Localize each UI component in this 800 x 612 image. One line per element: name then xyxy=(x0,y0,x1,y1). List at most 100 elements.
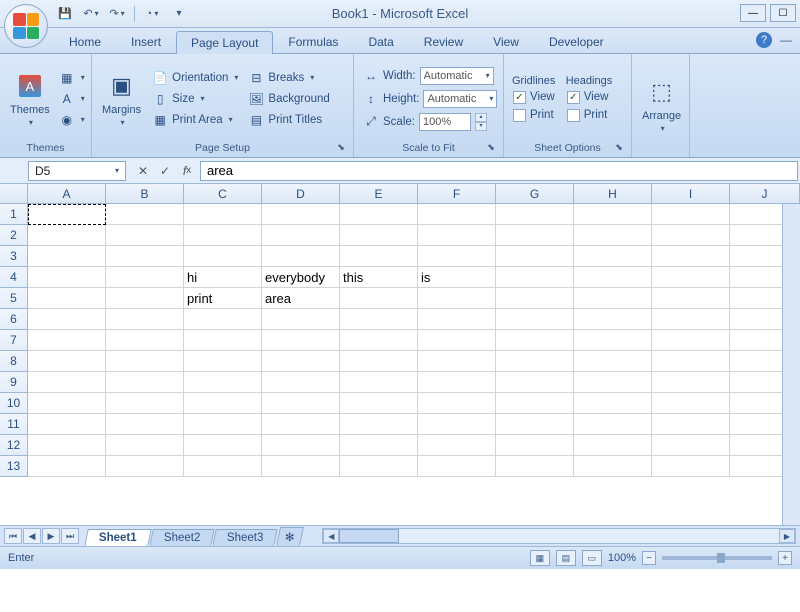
page-setup-launcher-icon[interactable]: ⬊ xyxy=(335,142,347,154)
office-button[interactable] xyxy=(4,4,50,50)
row-header[interactable]: 12 xyxy=(0,435,28,456)
cell[interactable] xyxy=(652,225,730,246)
col-header[interactable]: G xyxy=(496,184,574,204)
cell[interactable] xyxy=(340,372,418,393)
print-titles-button[interactable]: ▤Print Titles xyxy=(245,110,332,130)
zoom-slider[interactable] xyxy=(662,556,772,560)
scroll-right-button[interactable]: ▶ xyxy=(779,529,795,543)
cell[interactable] xyxy=(496,435,574,456)
cell[interactable] xyxy=(496,267,574,288)
col-header[interactable]: D xyxy=(262,184,340,204)
cell[interactable] xyxy=(496,456,574,477)
cell[interactable] xyxy=(418,414,496,435)
cell[interactable] xyxy=(340,435,418,456)
cell[interactable] xyxy=(652,351,730,372)
first-sheet-button[interactable]: ⏮ xyxy=(4,528,22,544)
cell[interactable] xyxy=(652,456,730,477)
row-header[interactable]: 11 xyxy=(0,414,28,435)
headings-view-checkbox[interactable]: ✓View xyxy=(564,89,614,106)
cell[interactable] xyxy=(184,204,262,225)
col-header[interactable]: J xyxy=(730,184,800,204)
cell[interactable] xyxy=(418,456,496,477)
cell[interactable] xyxy=(28,288,106,309)
cell[interactable]: everybody xyxy=(262,267,340,288)
cell[interactable] xyxy=(262,372,340,393)
select-all-corner[interactable] xyxy=(0,184,28,204)
cell[interactable] xyxy=(574,267,652,288)
cell[interactable] xyxy=(28,456,106,477)
row-header[interactable]: 7 xyxy=(0,330,28,351)
maximize-button[interactable]: ☐ xyxy=(770,4,796,22)
row-header[interactable]: 6 xyxy=(0,309,28,330)
cell[interactable] xyxy=(28,435,106,456)
scale-up-button[interactable]: ▴ xyxy=(475,113,487,122)
cell[interactable] xyxy=(106,267,184,288)
cell[interactable] xyxy=(106,330,184,351)
col-header[interactable]: E xyxy=(340,184,418,204)
cell[interactable] xyxy=(262,204,340,225)
margins-button[interactable]: ▣ Margins▾ xyxy=(98,68,145,129)
cell[interactable] xyxy=(418,435,496,456)
tab-home[interactable]: Home xyxy=(54,30,116,53)
cell[interactable] xyxy=(106,246,184,267)
cell[interactable] xyxy=(418,330,496,351)
col-header[interactable]: I xyxy=(652,184,730,204)
scale-down-button[interactable]: ▾ xyxy=(475,122,487,131)
width-combo[interactable]: Automatic▾ xyxy=(420,67,494,85)
cell[interactable] xyxy=(496,414,574,435)
vertical-scrollbar[interactable] xyxy=(782,204,800,525)
cell[interactable] xyxy=(496,225,574,246)
sheet-tab-3[interactable]: Sheet3 xyxy=(212,529,278,546)
scale-combo[interactable]: 100% xyxy=(419,113,471,131)
cell[interactable] xyxy=(106,435,184,456)
cell[interactable] xyxy=(496,246,574,267)
cell[interactable] xyxy=(184,414,262,435)
cell[interactable] xyxy=(652,435,730,456)
height-combo[interactable]: Automatic▾ xyxy=(423,90,497,108)
tab-view[interactable]: View xyxy=(478,30,534,53)
qat-custom-icon[interactable]: ◔▾ xyxy=(143,5,161,23)
row-header[interactable]: 4 xyxy=(0,267,28,288)
sheet-tab-1[interactable]: Sheet1 xyxy=(84,529,151,546)
cell[interactable] xyxy=(106,372,184,393)
normal-view-button[interactable]: ▦ xyxy=(530,550,550,566)
row-header[interactable]: 13 xyxy=(0,456,28,477)
minimize-button[interactable]: — xyxy=(740,4,766,22)
cell[interactable] xyxy=(262,435,340,456)
cell[interactable] xyxy=(106,288,184,309)
cell[interactable] xyxy=(184,435,262,456)
tab-insert[interactable]: Insert xyxy=(116,30,176,53)
col-header[interactable]: A xyxy=(28,184,106,204)
insert-function-button[interactable]: fx xyxy=(176,161,198,181)
cell[interactable] xyxy=(106,204,184,225)
cell[interactable] xyxy=(106,309,184,330)
cell[interactable] xyxy=(262,351,340,372)
tab-page-layout[interactable]: Page Layout xyxy=(176,31,273,54)
undo-icon[interactable]: ↶▾ xyxy=(82,5,100,23)
cell[interactable] xyxy=(418,288,496,309)
cell[interactable] xyxy=(106,456,184,477)
cell[interactable] xyxy=(574,225,652,246)
cell[interactable] xyxy=(418,225,496,246)
cell[interactable] xyxy=(574,372,652,393)
gridlines-print-checkbox[interactable]: Print xyxy=(510,107,558,124)
cell[interactable]: this xyxy=(340,267,418,288)
cell[interactable] xyxy=(574,309,652,330)
cell[interactable] xyxy=(106,351,184,372)
cell[interactable] xyxy=(340,288,418,309)
row-header[interactable]: 8 xyxy=(0,351,28,372)
orientation-button[interactable]: 📄Orientation▾ xyxy=(149,68,241,88)
tab-formulas[interactable]: Formulas xyxy=(273,30,353,53)
save-icon[interactable]: 💾 xyxy=(56,5,74,23)
cell[interactable] xyxy=(262,393,340,414)
cell[interactable] xyxy=(340,204,418,225)
col-header[interactable]: C xyxy=(184,184,262,204)
cell[interactable] xyxy=(574,351,652,372)
cell[interactable] xyxy=(652,414,730,435)
cell[interactable] xyxy=(574,393,652,414)
cell[interactable] xyxy=(28,414,106,435)
cell[interactable] xyxy=(418,372,496,393)
cell[interactable] xyxy=(184,456,262,477)
cell[interactable] xyxy=(340,456,418,477)
scroll-thumb[interactable] xyxy=(339,529,399,543)
